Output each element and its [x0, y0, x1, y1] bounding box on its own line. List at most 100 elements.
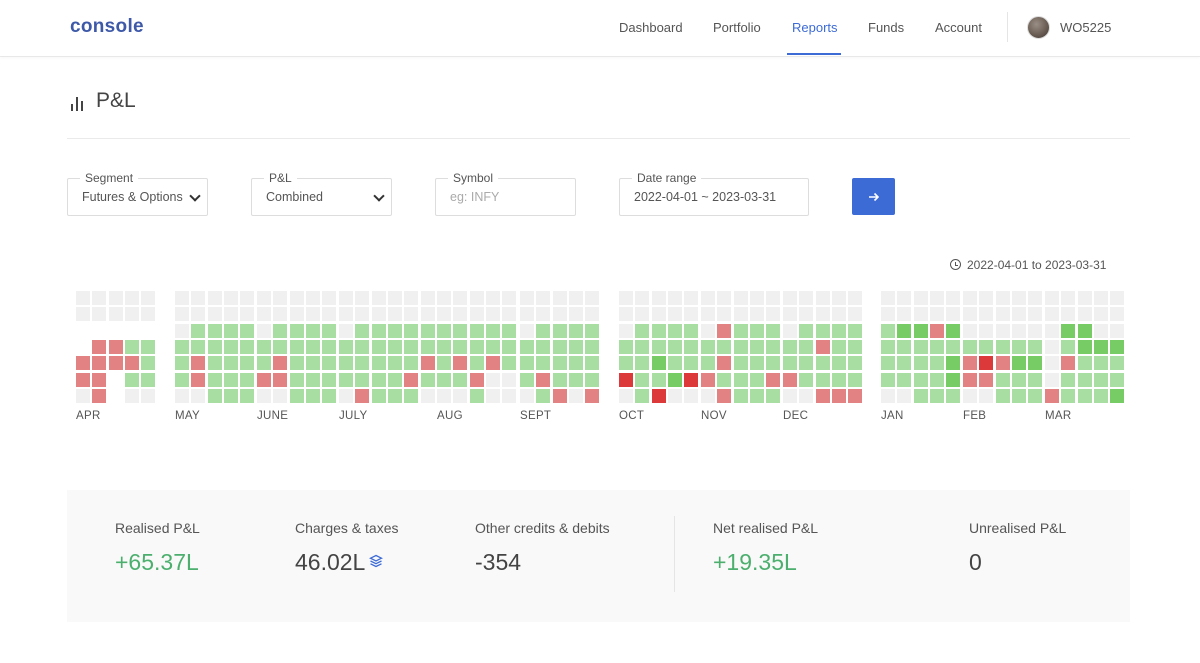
heatmap-day-cell[interactable] — [486, 291, 500, 305]
heatmap-day-cell[interactable] — [585, 373, 599, 387]
heatmap-day-cell[interactable] — [191, 373, 205, 387]
heatmap-day-cell[interactable] — [799, 324, 813, 338]
heatmap-day-cell[interactable] — [1094, 389, 1108, 403]
heatmap-day-cell[interactable] — [996, 356, 1010, 370]
heatmap-day-cell[interactable] — [1061, 340, 1075, 354]
heatmap-day-cell[interactable] — [717, 340, 731, 354]
heatmap-day-cell[interactable] — [372, 324, 386, 338]
heatmap-day-cell[interactable] — [339, 324, 353, 338]
heatmap-day-cell[interactable] — [569, 307, 583, 321]
nav-funds[interactable]: Funds — [868, 20, 904, 35]
heatmap-day-cell[interactable] — [1012, 356, 1026, 370]
heatmap-day-cell[interactable] — [897, 373, 911, 387]
pnl-select[interactable]: P&L Combined — [251, 171, 392, 216]
heatmap-day-cell[interactable] — [1012, 373, 1026, 387]
heatmap-day-cell[interactable] — [930, 291, 944, 305]
heatmap-day-cell[interactable] — [1094, 373, 1108, 387]
heatmap-day-cell[interactable] — [502, 356, 516, 370]
heatmap-day-cell[interactable] — [553, 307, 567, 321]
heatmap-day-cell[interactable] — [421, 291, 435, 305]
heatmap-day-cell[interactable] — [125, 356, 139, 370]
heatmap-day-cell[interactable] — [1078, 356, 1092, 370]
heatmap-day-cell[interactable] — [816, 389, 830, 403]
heatmap-day-cell[interactable] — [240, 373, 254, 387]
heatmap-day-cell[interactable] — [141, 373, 155, 387]
heatmap-day-cell[interactable] — [92, 373, 106, 387]
heatmap-day-cell[interactable] — [963, 373, 977, 387]
heatmap-day-cell[interactable] — [339, 340, 353, 354]
heatmap-day-cell[interactable] — [339, 373, 353, 387]
heatmap-day-cell[interactable] — [486, 307, 500, 321]
heatmap-day-cell[interactable] — [109, 307, 123, 321]
heatmap-day-cell[interactable] — [322, 340, 336, 354]
heatmap-day-cell[interactable] — [816, 340, 830, 354]
nav-portfolio[interactable]: Portfolio — [713, 20, 761, 35]
heatmap-day-cell[interactable] — [979, 324, 993, 338]
heatmap-day-cell[interactable] — [175, 324, 189, 338]
heatmap-day-cell[interactable] — [897, 389, 911, 403]
heatmap-day-cell[interactable] — [502, 324, 516, 338]
heatmap-day-cell[interactable] — [125, 389, 139, 403]
heatmap-day-cell[interactable] — [553, 340, 567, 354]
heatmap-day-cell[interactable] — [553, 389, 567, 403]
heatmap-day-cell[interactable] — [257, 307, 271, 321]
heatmap-day-cell[interactable] — [684, 340, 698, 354]
heatmap-day-cell[interactable] — [1110, 340, 1124, 354]
heatmap-day-cell[interactable] — [470, 340, 484, 354]
heatmap-day-cell[interactable] — [1110, 389, 1124, 403]
heatmap-day-cell[interactable] — [141, 340, 155, 354]
heatmap-day-cell[interactable] — [388, 324, 402, 338]
heatmap-day-cell[interactable] — [437, 389, 451, 403]
heatmap-day-cell[interactable] — [750, 307, 764, 321]
heatmap-day-cell[interactable] — [799, 307, 813, 321]
heatmap-day-cell[interactable] — [996, 291, 1010, 305]
heatmap-day-cell[interactable] — [257, 389, 271, 403]
heatmap-day-cell[interactable] — [421, 324, 435, 338]
heatmap-day-cell[interactable] — [914, 389, 928, 403]
heatmap-day-cell[interactable] — [1061, 389, 1075, 403]
heatmap-day-cell[interactable] — [996, 373, 1010, 387]
heatmap-day-cell[interactable] — [208, 373, 222, 387]
heatmap-day-cell[interactable] — [750, 356, 764, 370]
heatmap-day-cell[interactable] — [191, 356, 205, 370]
heatmap-day-cell[interactable] — [750, 340, 764, 354]
heatmap-day-cell[interactable] — [979, 291, 993, 305]
heatmap-day-cell[interactable] — [619, 324, 633, 338]
heatmap-day-cell[interactable] — [1110, 291, 1124, 305]
heatmap-day-cell[interactable] — [437, 324, 451, 338]
heatmap-day-cell[interactable] — [502, 291, 516, 305]
heatmap-day-cell[interactable] — [897, 356, 911, 370]
heatmap-day-cell[interactable] — [536, 340, 550, 354]
nav-account[interactable]: Account — [935, 20, 982, 35]
heatmap-day-cell[interactable] — [240, 389, 254, 403]
heatmap-day-cell[interactable] — [388, 340, 402, 354]
heatmap-day-cell[interactable] — [290, 291, 304, 305]
heatmap-day-cell[interactable] — [470, 373, 484, 387]
heatmap-day-cell[interactable] — [372, 389, 386, 403]
avatar[interactable] — [1027, 16, 1050, 39]
heatmap-day-cell[interactable] — [437, 307, 451, 321]
heatmap-day-cell[interactable] — [1061, 291, 1075, 305]
heatmap-day-cell[interactable] — [486, 373, 500, 387]
heatmap-day-cell[interactable] — [717, 389, 731, 403]
heatmap-day-cell[interactable] — [1028, 389, 1042, 403]
heatmap-day-cell[interactable] — [257, 291, 271, 305]
heatmap-day-cell[interactable] — [76, 307, 90, 321]
heatmap-day-cell[interactable] — [963, 291, 977, 305]
heatmap-day-cell[interactable] — [486, 324, 500, 338]
heatmap-day-cell[interactable] — [816, 291, 830, 305]
heatmap-day-cell[interactable] — [881, 291, 895, 305]
heatmap-day-cell[interactable] — [684, 307, 698, 321]
heatmap-day-cell[interactable] — [684, 389, 698, 403]
heatmap-day-cell[interactable] — [191, 307, 205, 321]
heatmap-day-cell[interactable] — [404, 373, 418, 387]
heatmap-day-cell[interactable] — [816, 324, 830, 338]
heatmap-day-cell[interactable] — [734, 291, 748, 305]
heatmap-day-cell[interactable] — [257, 340, 271, 354]
heatmap-day-cell[interactable] — [404, 324, 418, 338]
heatmap-day-cell[interactable] — [273, 356, 287, 370]
heatmap-day-cell[interactable] — [996, 389, 1010, 403]
heatmap-day-cell[interactable] — [750, 373, 764, 387]
heatmap-day-cell[interactable] — [914, 307, 928, 321]
heatmap-day-cell[interactable] — [914, 291, 928, 305]
